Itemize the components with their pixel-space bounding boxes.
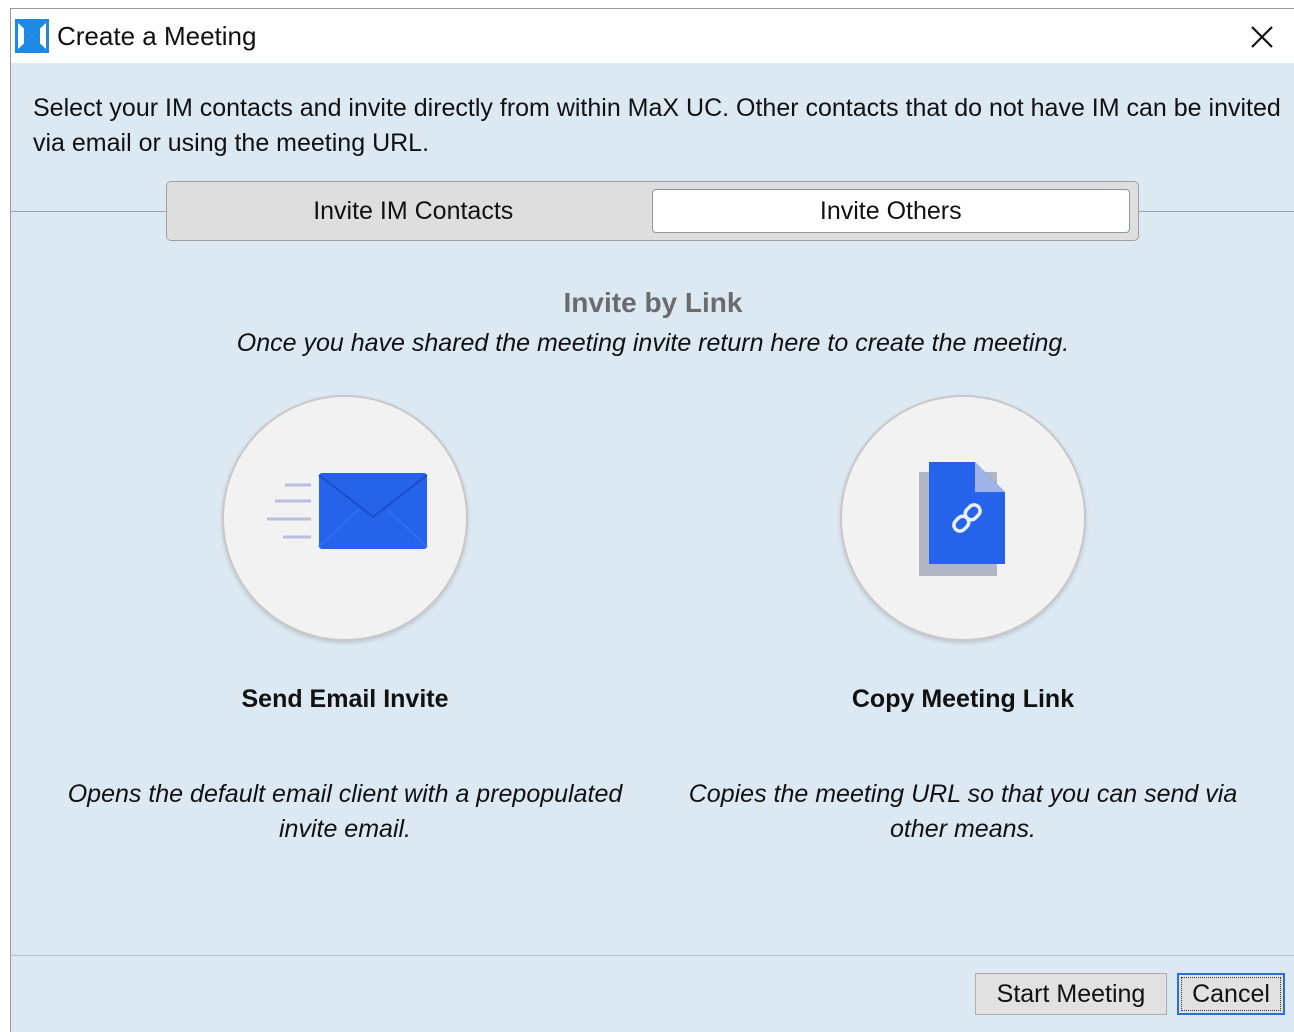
email-icon bbox=[267, 473, 428, 549]
start-meeting-button[interactable]: Start Meeting bbox=[975, 973, 1167, 1015]
copy-link-description: Copies the meeting URL so that you can s… bbox=[688, 780, 1238, 843]
tab-invite-others[interactable]: Invite Others bbox=[651, 189, 1130, 233]
title-bar: Create a Meeting bbox=[11, 9, 1294, 63]
close-icon bbox=[1251, 26, 1273, 48]
window-title: Create a Meeting bbox=[57, 20, 257, 51]
maxuc-logo-icon bbox=[15, 19, 49, 53]
link-document-icon bbox=[919, 462, 1005, 576]
tab-invite-im-contacts[interactable]: Invite IM Contacts bbox=[175, 189, 652, 233]
section-title: Invite by Link bbox=[563, 287, 743, 318]
cancel-button[interactable]: Cancel bbox=[1177, 973, 1285, 1015]
footer-divider bbox=[11, 955, 1294, 956]
send-email-title: Send Email Invite bbox=[241, 685, 449, 713]
section-subtitle: Once you have shared the meeting invite … bbox=[236, 329, 1070, 357]
tab-divider-left bbox=[11, 211, 167, 212]
close-button[interactable] bbox=[1244, 19, 1280, 55]
intro-text: Select your IM contacts and invite direc… bbox=[33, 94, 1281, 157]
create-meeting-dialog: Create a Meeting Select your IM contacts… bbox=[10, 8, 1294, 1032]
send-email-description: Opens the default email client with a pr… bbox=[67, 780, 623, 843]
copy-meeting-link-button[interactable] bbox=[840, 395, 1086, 641]
invite-tabs: Invite IM Contacts Invite Others bbox=[166, 181, 1139, 241]
tab-divider-right bbox=[1139, 211, 1294, 212]
copy-link-title: Copy Meeting Link bbox=[851, 685, 1075, 713]
send-email-button[interactable] bbox=[222, 395, 468, 641]
